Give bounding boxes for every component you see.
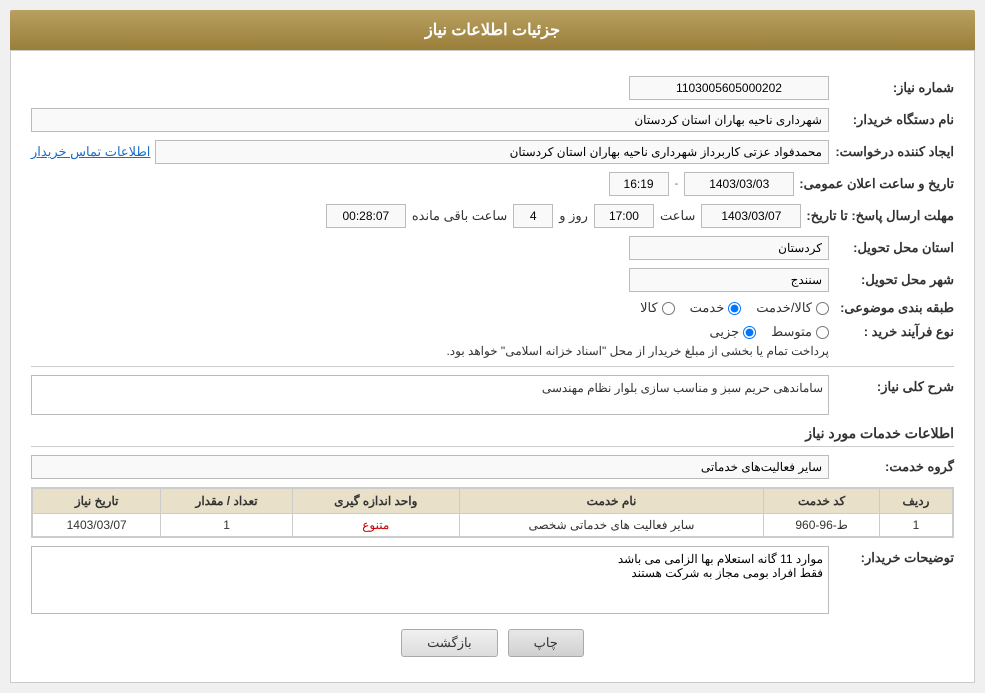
page-title: جزئیات اطلاعات نیاز: [425, 22, 560, 39]
remaining-time-input: [326, 204, 406, 228]
cell-unit: متنوع: [292, 514, 459, 537]
announce-date-input: [684, 172, 794, 196]
dash-separator: -: [675, 178, 679, 190]
col-qty: تعداد / مقدار: [161, 489, 293, 514]
deadline-date-input: [701, 204, 801, 228]
province-label: استان محل تحویل:: [834, 240, 954, 256]
category-kala[interactable]: کالا: [640, 300, 675, 316]
purchase-type-label: نوع فرآیند خرید :: [834, 324, 954, 340]
service-group-label: گروه خدمت:: [834, 459, 954, 475]
purchase-motavaset-label: متوسط: [771, 324, 812, 340]
city-label: شهر محل تحویل:: [834, 272, 954, 288]
purchase-jozei[interactable]: جزیی: [709, 324, 756, 340]
category-kala-khedmat-label: کالا/خدمت: [756, 300, 812, 316]
table-row: 1 ط-96-960 سایر فعالیت های خدماتی شخصی م…: [33, 514, 953, 537]
remaining-label: ساعت باقی مانده: [412, 208, 507, 224]
buyer-desc-textarea[interactable]: [31, 546, 829, 614]
buyer-org-label: نام دستگاه خریدار:: [834, 112, 954, 128]
announce-label: تاریخ و ساعت اعلان عمومی:: [799, 176, 954, 192]
province-input: [629, 236, 829, 260]
need-desc-label: شرح کلی نیاز:: [834, 379, 954, 395]
print-button[interactable]: چاپ: [508, 629, 584, 657]
service-group-input: [31, 455, 829, 479]
page-header: جزئیات اطلاعات نیاز: [10, 10, 975, 50]
deadline-time-label: ساعت: [660, 208, 695, 224]
cell-code: ط-96-960: [764, 514, 880, 537]
purchase-jozei-label: جزیی: [709, 324, 739, 340]
need-desc-box: ساماندهی حریم سبز و مناسب سازی بلوار نظا…: [31, 375, 829, 415]
cell-qty: 1: [161, 514, 293, 537]
col-row: ردیف: [879, 489, 952, 514]
services-section-title: اطلاعات خدمات مورد نیاز: [31, 425, 954, 447]
purchase-type-note: پرداخت تمام یا بخشی از مبلغ خریدار از مح…: [31, 344, 829, 358]
category-kala-khedmat[interactable]: کالا/خدمت: [756, 300, 829, 316]
deadline-time-input: [594, 204, 654, 228]
need-number-label: شماره نیاز:: [834, 80, 954, 96]
col-name: نام خدمت: [459, 489, 764, 514]
back-button[interactable]: بازگشت: [401, 629, 497, 657]
buyer-org-input: [31, 108, 829, 132]
purchase-motavaset[interactable]: متوسط: [771, 324, 829, 340]
city-input: [629, 268, 829, 292]
deadline-days-input: [513, 204, 553, 228]
category-kala-label: کالا: [640, 300, 658, 316]
announce-time-input: [609, 172, 669, 196]
need-number-input: [629, 76, 829, 100]
cell-name: سایر فعالیت های خدماتی شخصی: [459, 514, 764, 537]
category-khedmat[interactable]: خدمت: [690, 300, 742, 316]
services-table: ردیف کد خدمت نام خدمت واحد اندازه گیری ت…: [32, 488, 953, 537]
contact-link[interactable]: اطلاعات تماس خریدار: [31, 144, 150, 160]
services-table-container: ردیف کد خدمت نام خدمت واحد اندازه گیری ت…: [31, 487, 954, 538]
cell-row: 1: [879, 514, 952, 537]
creator-label: ایجاد کننده درخواست:: [834, 144, 954, 160]
cell-date: 1403/03/07: [33, 514, 161, 537]
deadline-label: مهلت ارسال پاسخ: تا تاریخ:: [806, 208, 954, 224]
category-khedmat-label: خدمت: [690, 300, 725, 316]
deadline-days-label: روز و: [559, 208, 588, 224]
creator-input: [155, 140, 829, 164]
col-code: کد خدمت: [764, 489, 880, 514]
button-row: چاپ بازگشت: [31, 629, 954, 667]
category-radio-group: کالا/خدمت خدمت کالا: [640, 300, 829, 316]
category-label: طبقه بندی موضوعی:: [834, 300, 954, 316]
col-unit: واحد اندازه گیری: [292, 489, 459, 514]
buyer-desc-label: توضیحات خریدار:: [834, 550, 954, 566]
col-date: تاریخ نیاز: [33, 489, 161, 514]
